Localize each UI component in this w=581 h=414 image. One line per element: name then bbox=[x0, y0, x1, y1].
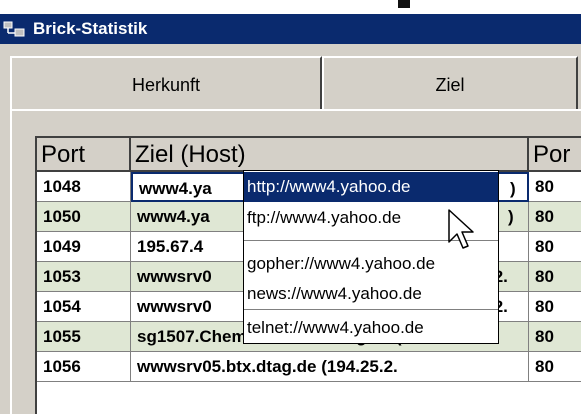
panel-border-top bbox=[10, 109, 581, 111]
cell-host-tail: ) bbox=[508, 207, 514, 226]
tab-bar: Herkunft Ziel bbox=[0, 44, 581, 112]
menu-item-http[interactable]: http://www4.yahoo.de bbox=[244, 172, 498, 202]
cell-port: 1054 bbox=[37, 292, 131, 322]
cell-host: wwwsrv05.btx.dtag.de (194.25.2. bbox=[131, 352, 529, 382]
cell-host-text: 195.67.4 bbox=[137, 237, 204, 256]
cell-host-text: wwwsrv0 bbox=[137, 267, 212, 286]
network-app-icon bbox=[3, 21, 25, 37]
cell-port-2: 80 bbox=[529, 292, 581, 322]
cell-host-text: www4.ya bbox=[137, 207, 210, 226]
panel-border-left bbox=[10, 109, 12, 414]
mouse-pointer-icon bbox=[448, 209, 474, 249]
column-header-port-2[interactable]: Por bbox=[529, 138, 581, 172]
cell-host-text: www4.ya bbox=[139, 179, 212, 198]
menu-item-telnet[interactable]: telnet://www4.yahoo.de bbox=[244, 313, 498, 343]
cell-port: 1056 bbox=[37, 352, 131, 382]
cell-host-tail: ) bbox=[510, 179, 516, 198]
column-header-port[interactable]: Port bbox=[37, 138, 131, 172]
cell-port-2: 80 bbox=[529, 322, 581, 352]
menu-divider bbox=[244, 309, 498, 310]
tab-ziel[interactable]: Ziel bbox=[322, 56, 578, 110]
table-row[interactable]: 1056 wwwsrv05.btx.dtag.de (194.25.2. 80 bbox=[37, 352, 581, 382]
menu-item-news[interactable]: news://www4.yahoo.de bbox=[244, 279, 498, 309]
cell-port: 1055 bbox=[37, 322, 131, 352]
tab-herkunft[interactable]: Herkunft bbox=[10, 56, 322, 110]
cell-port: 1049 bbox=[37, 232, 131, 262]
cell-port-2: 80 bbox=[529, 352, 581, 382]
cell-port: 1050 bbox=[37, 202, 131, 232]
column-header-ziel-host[interactable]: Ziel (Host) bbox=[131, 138, 529, 172]
desktop-mark bbox=[398, 0, 410, 8]
cell-host-text: wwwsrv05.btx.dtag.de (194.25.2. bbox=[137, 357, 398, 376]
cell-port: 1053 bbox=[37, 262, 131, 292]
cell-port: 1048 bbox=[37, 172, 131, 202]
cell-host-text: wwwsrv0 bbox=[137, 297, 212, 316]
cell-port-2: 80 bbox=[529, 202, 581, 232]
cell-port-2: 80 bbox=[529, 232, 581, 262]
desktop-top-strip bbox=[0, 0, 581, 14]
cell-port-2: 80 bbox=[529, 172, 581, 202]
cell-port-2: 80 bbox=[529, 262, 581, 292]
window-title: Brick-Statistik bbox=[33, 19, 148, 38]
title-bar[interactable]: Brick-Statistik bbox=[0, 14, 581, 44]
